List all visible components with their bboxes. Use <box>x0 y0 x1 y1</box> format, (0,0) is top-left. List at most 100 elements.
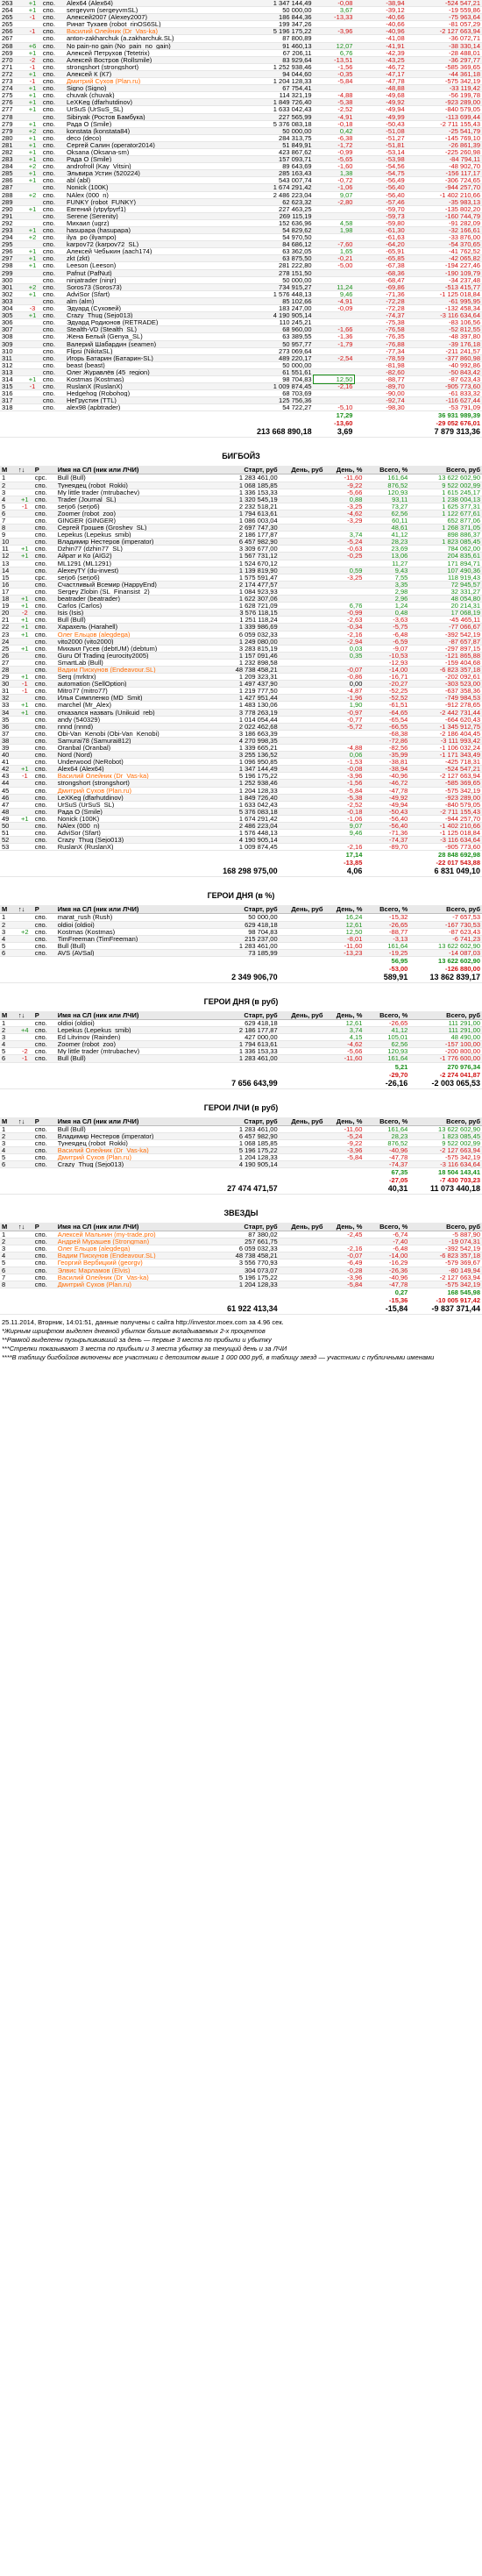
account-type-cell: спо. <box>32 829 56 838</box>
rank-change-cell: +1 <box>24 0 41 8</box>
rank-change-cell <box>16 524 33 532</box>
stars-table: М ↑↓ Р Имя на СЛ (ник или ЛЧИ) Старт, руб Ден… <box>0 1223 482 1315</box>
table-row: 288 +2 спо. NAlex (000_n) 2 486 223,04 9,07 -5… <box>0 191 482 199</box>
summary-total-cell: -29,70 <box>364 1070 410 1079</box>
start-capital-cell: 2 486 223,04 <box>207 822 280 831</box>
column-header: Р <box>32 1117 56 1126</box>
total-percent-cell: -53,14 <box>354 148 407 157</box>
day-rub-cell <box>279 716 325 724</box>
trader-name-cell: Сергей Салин (operator2014) <box>64 141 238 149</box>
grand-total-start-cell: 61 922 413,34 <box>207 1303 280 1315</box>
day-rub-cell <box>279 616 325 624</box>
total-rub-cell: 13 622 602,90 <box>409 474 482 482</box>
day-rub-cell <box>279 787 325 795</box>
trader-name-cell: LeXKeg (dfarhutdinov) <box>55 794 208 802</box>
column-header: Р <box>32 466 56 475</box>
spacer-cell <box>0 1288 325 1296</box>
table-row: 273 -1 спо. Дмитрий Сухов (Plan.ru) 1 204 12… <box>0 77 482 86</box>
total-rub-cell: 1 268 371,05 <box>409 524 482 532</box>
table-row: 21 +1 спо. Bull (Bull) 1 251 118,24 -2,63 -3,6… <box>0 616 482 624</box>
account-type-cell: спо. <box>32 616 56 624</box>
total-rub-cell: -2 127 663,94 <box>409 1146 482 1154</box>
account-type-cell: спо. <box>32 758 56 767</box>
day-percent-cell: 9,46 <box>324 829 365 838</box>
table-row: 301 +2 спо. Soros73 (Soros73) 734 915,27 11,2… <box>0 283 482 291</box>
account-type-cell: спо. <box>32 836 56 845</box>
table-row: 36 спо. nnnd (nnnd) 2 022 462,68 -5,72 -66,55… <box>0 723 482 731</box>
account-type-cell: спо. <box>32 631 56 639</box>
trader-name-cell: Kostmas (Kostmas) <box>64 375 238 384</box>
rank-cell: 7 <box>0 517 17 525</box>
rank-change-cell <box>16 1252 33 1260</box>
rank-change-cell <box>16 751 33 760</box>
table-row: 12 +1 спо. Айрат и Ко (AIG2) 1 567 731,12 -0,… <box>0 552 482 560</box>
summary-total-cell: -29 052 676,01 <box>406 419 482 428</box>
table-row: 5 спо. Георгий Вербицкий (georgv) 3 556 770… <box>0 1259 482 1267</box>
account-type-cell: спо. <box>32 723 56 731</box>
trader-name-cell: Дмитрий Сухов (Plan.ru) <box>55 1153 208 1162</box>
total-percent-cell: -42,39 <box>354 49 407 57</box>
day-percent-cell: -2,16 <box>324 631 365 639</box>
rank-change-cell: +2 <box>24 283 41 291</box>
trader-name-cell: Андрей Мурашев (Strongman) <box>55 1238 208 1246</box>
rank-cell: 263 <box>0 0 25 8</box>
total-percent-cell: -3,63 <box>364 616 410 624</box>
rank-change-cell: +1 <box>24 311 41 320</box>
table-row: 3 спо. Тунеядец (robot_Rokki) 1 068 185,85 -… <box>0 1139 482 1147</box>
trader-name-cell: Игорь Батарин (Батарин-SL) <box>64 354 238 362</box>
trader-name-cell: Flipsi (NikitaSL) <box>64 347 238 355</box>
total-percent-cell: -38,81 <box>364 758 410 767</box>
rank-cell: 3 <box>0 928 17 936</box>
rank-cell: 318 <box>0 403 25 412</box>
trader-name-cell: Алексей К (К7) <box>64 70 238 79</box>
start-capital-cell: 1 068 185,85 <box>207 482 280 489</box>
trader-name-cell: Ринат Тухаев (robot_rinOS6SL) <box>64 20 238 29</box>
day-percent-cell <box>313 84 355 93</box>
total-percent-cell: -89,70 <box>364 843 410 852</box>
day-percent-cell: -13,51 <box>313 56 355 64</box>
account-type-cell: спо. <box>32 645 56 653</box>
rank-cell: 43 <box>0 772 17 781</box>
trader-name-cell: NAlex (000_n) <box>64 191 238 199</box>
start-capital-cell: 1 283 461,00 <box>207 942 280 950</box>
rank-change-cell <box>24 318 41 327</box>
rank-cell: 50 <box>0 822 17 831</box>
day-rub-cell <box>279 1259 325 1267</box>
day-percent-cell <box>313 276 355 284</box>
footer-line: ***Стрелки показывают 3 места по прибыли… <box>2 1344 287 1352</box>
trader-name-cell: Вадим Пискунов (Endeavour.SL) <box>55 1252 208 1260</box>
rank-cell: 19 <box>0 602 17 610</box>
total-percent-cell: -40,96 <box>364 772 410 781</box>
table-row: 6 спо. Crazy_Thug (Sejo013) 4 190 905,14 -74… <box>0 1160 482 1169</box>
account-type-cell: спо. <box>40 183 65 192</box>
day-percent-cell: -3,29 <box>324 517 365 525</box>
table-row: 30 -1 спо. automation (SellOption) 1 497 437… <box>0 680 482 689</box>
trader-name-cell: vito2000 (vito2000) <box>55 638 208 646</box>
summary-total-cell: 0,27 <box>364 1288 410 1296</box>
trader-name-cell: Валерий Шабардин (seamen) <box>64 340 238 348</box>
total-percent-cell: -54,56 <box>354 162 407 171</box>
total-rub-cell: -575 342,19 <box>406 77 482 86</box>
table-row: 279 +1 спо. Радa О (Smile) 5 376 083,18 -0,18… <box>0 120 482 128</box>
grand-total-money-cell: -2 003 065,53 <box>409 1078 482 1089</box>
rank-cell: 291 <box>0 212 25 220</box>
account-type-cell: спо. <box>32 524 56 532</box>
total-rub-cell: -392 542,19 <box>409 631 482 639</box>
total-percent-cell: 120,93 <box>364 489 410 496</box>
start-capital-cell: 50 000,00 <box>207 913 280 922</box>
total-rub-cell: -513 415,77 <box>406 283 482 291</box>
trader-name-cell: НеГрустин (TTL) <box>64 396 238 405</box>
day-percent-cell: -4,62 <box>324 1040 365 1049</box>
day-rub-cell <box>279 829 325 838</box>
account-type-cell: спо. <box>32 1252 56 1260</box>
day-percent-cell: -0,99 <box>313 148 355 157</box>
total-rub-cell: -923 289,00 <box>406 98 482 107</box>
grand-total-start-cell: 168 298 975,00 <box>207 867 280 878</box>
total-percent-cell: -26,65 <box>364 1019 410 1028</box>
spacer-cell <box>324 1184 365 1195</box>
grand-total-pct-cell: 589,91 <box>364 972 410 983</box>
rank-cell: 279 <box>0 120 25 128</box>
start-capital-cell: 1 252 938,46 <box>237 63 314 71</box>
day-percent-cell: -6,49 <box>324 1259 365 1267</box>
trader-name-cell: andy (540329) <box>55 716 208 724</box>
